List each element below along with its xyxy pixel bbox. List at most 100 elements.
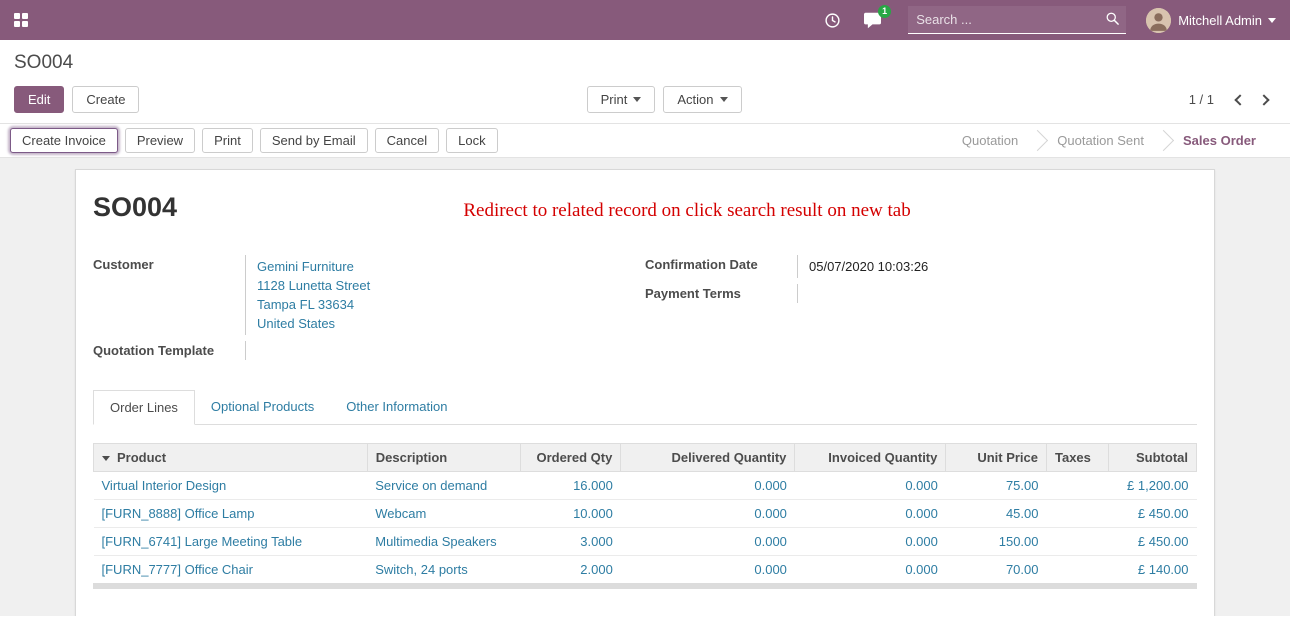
cell-invoiced-qty[interactable]: 0.000	[795, 528, 946, 556]
control-panel-center: Print Action	[147, 86, 1188, 113]
cell-taxes[interactable]	[1047, 472, 1109, 500]
main-content: SO004 Redirect to related record on clic…	[0, 158, 1290, 616]
control-panel-left: Edit Create	[14, 86, 147, 113]
header-taxes[interactable]: Taxes	[1047, 444, 1109, 472]
print-menu-button[interactable]: Print	[587, 86, 656, 113]
statusbar-buttons: Create Invoice Preview Print Send by Ema…	[10, 128, 942, 153]
notebook-tabs: Order Lines Optional Products Other Info…	[93, 390, 1197, 425]
top-navbar: 1 Mitchell Admin	[0, 0, 1290, 40]
sale-order-sheet: SO004 Redirect to related record on clic…	[75, 169, 1215, 616]
chevron-down-icon	[633, 97, 641, 102]
messages-badge: 1	[878, 5, 891, 18]
cell-unit-price[interactable]: 150.00	[946, 528, 1047, 556]
header-invoiced-quantity[interactable]: Invoiced Quantity	[795, 444, 946, 472]
statusbar-states: Quotation Quotation Sent Sales Order	[942, 124, 1290, 157]
activities-clock-icon[interactable]	[824, 12, 841, 29]
create-button[interactable]: Create	[72, 86, 139, 113]
lock-button[interactable]: Lock	[446, 128, 497, 153]
status-sales-order[interactable]: Sales Order	[1163, 123, 1276, 158]
cell-taxes[interactable]	[1047, 556, 1109, 584]
confirmation-date-label: Confirmation Date	[645, 255, 797, 278]
cell-invoiced-qty[interactable]: 0.000	[795, 556, 946, 584]
cell-delivered-qty[interactable]: 0.000	[621, 472, 795, 500]
customer-value: Gemini Furniture 1128 Lunetta Street Tam…	[245, 255, 625, 335]
quotation-template-field: Quotation Template	[93, 341, 625, 360]
search-input[interactable]	[908, 6, 1126, 33]
cell-subtotal[interactable]: £ 1,200.00	[1109, 472, 1197, 500]
cell-product[interactable]: [FURN_8888] Office Lamp	[94, 500, 368, 528]
field-groups: Customer Gemini Furniture 1128 Lunetta S…	[93, 255, 1197, 366]
header-ordered-qty[interactable]: Ordered Qty	[520, 444, 621, 472]
cell-description[interactable]: Switch, 24 ports	[367, 556, 520, 584]
print-button[interactable]: Print	[202, 128, 253, 153]
pager: 1 / 1	[1189, 88, 1276, 111]
chevron-left-icon	[1234, 94, 1245, 105]
cell-ordered-qty[interactable]: 2.000	[520, 556, 621, 584]
cell-taxes[interactable]	[1047, 500, 1109, 528]
horizontal-scrollbar[interactable]	[93, 583, 1197, 589]
create-invoice-button[interactable]: Create Invoice	[10, 128, 118, 153]
cell-taxes[interactable]	[1047, 528, 1109, 556]
cell-invoiced-qty[interactable]: 0.000	[795, 472, 946, 500]
table-row[interactable]: Virtual Interior Design Service on deman…	[94, 472, 1197, 500]
cell-subtotal[interactable]: £ 450.00	[1109, 528, 1197, 556]
cell-ordered-qty[interactable]: 16.000	[520, 472, 621, 500]
confirmation-date-value: 05/07/2020 10:03:26	[797, 255, 1177, 278]
cell-product[interactable]: [FURN_7777] Office Chair	[94, 556, 368, 584]
chevron-right-icon	[1258, 94, 1269, 105]
cell-delivered-qty[interactable]: 0.000	[621, 528, 795, 556]
messages-icon[interactable]: 1	[863, 12, 882, 29]
edit-button[interactable]: Edit	[14, 86, 64, 113]
confirmation-date-field: Confirmation Date 05/07/2020 10:03:26	[645, 255, 1177, 278]
tab-order-lines[interactable]: Order Lines	[93, 390, 195, 425]
status-quotation-sent[interactable]: Quotation Sent	[1037, 123, 1164, 158]
cell-subtotal[interactable]: £ 450.00	[1109, 500, 1197, 528]
cell-unit-price[interactable]: 45.00	[946, 500, 1047, 528]
header-description[interactable]: Description	[367, 444, 520, 472]
send-by-email-button[interactable]: Send by Email	[260, 128, 368, 153]
cell-delivered-qty[interactable]: 0.000	[621, 500, 795, 528]
cell-ordered-qty[interactable]: 10.000	[520, 500, 621, 528]
cell-description[interactable]: Service on demand	[367, 472, 520, 500]
chevron-down-icon	[1268, 18, 1276, 23]
header-product[interactable]: Product	[94, 444, 368, 472]
cell-invoiced-qty[interactable]: 0.000	[795, 500, 946, 528]
status-quotation[interactable]: Quotation	[942, 123, 1038, 158]
cell-unit-price[interactable]: 75.00	[946, 472, 1047, 500]
cell-subtotal[interactable]: £ 140.00	[1109, 556, 1197, 584]
annotation-text: Redirect to related record on click sear…	[177, 192, 1197, 222]
navbar-search	[908, 6, 1126, 34]
search-icon[interactable]	[1105, 11, 1120, 31]
cancel-button[interactable]: Cancel	[375, 128, 439, 153]
sort-caret-icon	[102, 456, 110, 461]
user-menu[interactable]: Mitchell Admin	[1146, 8, 1276, 33]
cell-description[interactable]: Webcam	[367, 500, 520, 528]
cell-ordered-qty[interactable]: 3.000	[520, 528, 621, 556]
apps-menu-icon[interactable]	[14, 13, 28, 27]
table-row[interactable]: [FURN_7777] Office Chair Switch, 24 port…	[94, 556, 1197, 584]
cell-delivered-qty[interactable]: 0.000	[621, 556, 795, 584]
cell-description[interactable]: Multimedia Speakers	[367, 528, 520, 556]
pager-value: 1 / 1	[1189, 92, 1214, 107]
table-row[interactable]: [FURN_6741] Large Meeting Table Multimed…	[94, 528, 1197, 556]
header-unit-price[interactable]: Unit Price	[946, 444, 1047, 472]
action-menu-button[interactable]: Action	[663, 86, 741, 113]
field-group-left: Customer Gemini Furniture 1128 Lunetta S…	[93, 255, 645, 366]
preview-button[interactable]: Preview	[125, 128, 195, 153]
cell-unit-price[interactable]: 70.00	[946, 556, 1047, 584]
tab-optional-products[interactable]: Optional Products	[195, 390, 330, 425]
pager-previous-button[interactable]	[1228, 88, 1252, 111]
customer-country: United States	[257, 314, 625, 333]
header-delivered-quantity[interactable]: Delivered Quantity	[621, 444, 795, 472]
pager-next-button[interactable]	[1252, 88, 1276, 111]
breadcrumb[interactable]: SO004	[14, 52, 1276, 74]
customer-link[interactable]: Gemini Furniture	[257, 259, 354, 274]
table-row[interactable]: [FURN_8888] Office Lamp Webcam 10.000 0.…	[94, 500, 1197, 528]
print-menu-label: Print	[601, 92, 628, 107]
cell-product[interactable]: Virtual Interior Design	[94, 472, 368, 500]
payment-terms-value	[797, 284, 1177, 303]
avatar	[1146, 8, 1171, 33]
tab-other-information[interactable]: Other Information	[330, 390, 463, 425]
header-subtotal[interactable]: Subtotal	[1109, 444, 1197, 472]
cell-product[interactable]: [FURN_6741] Large Meeting Table	[94, 528, 368, 556]
